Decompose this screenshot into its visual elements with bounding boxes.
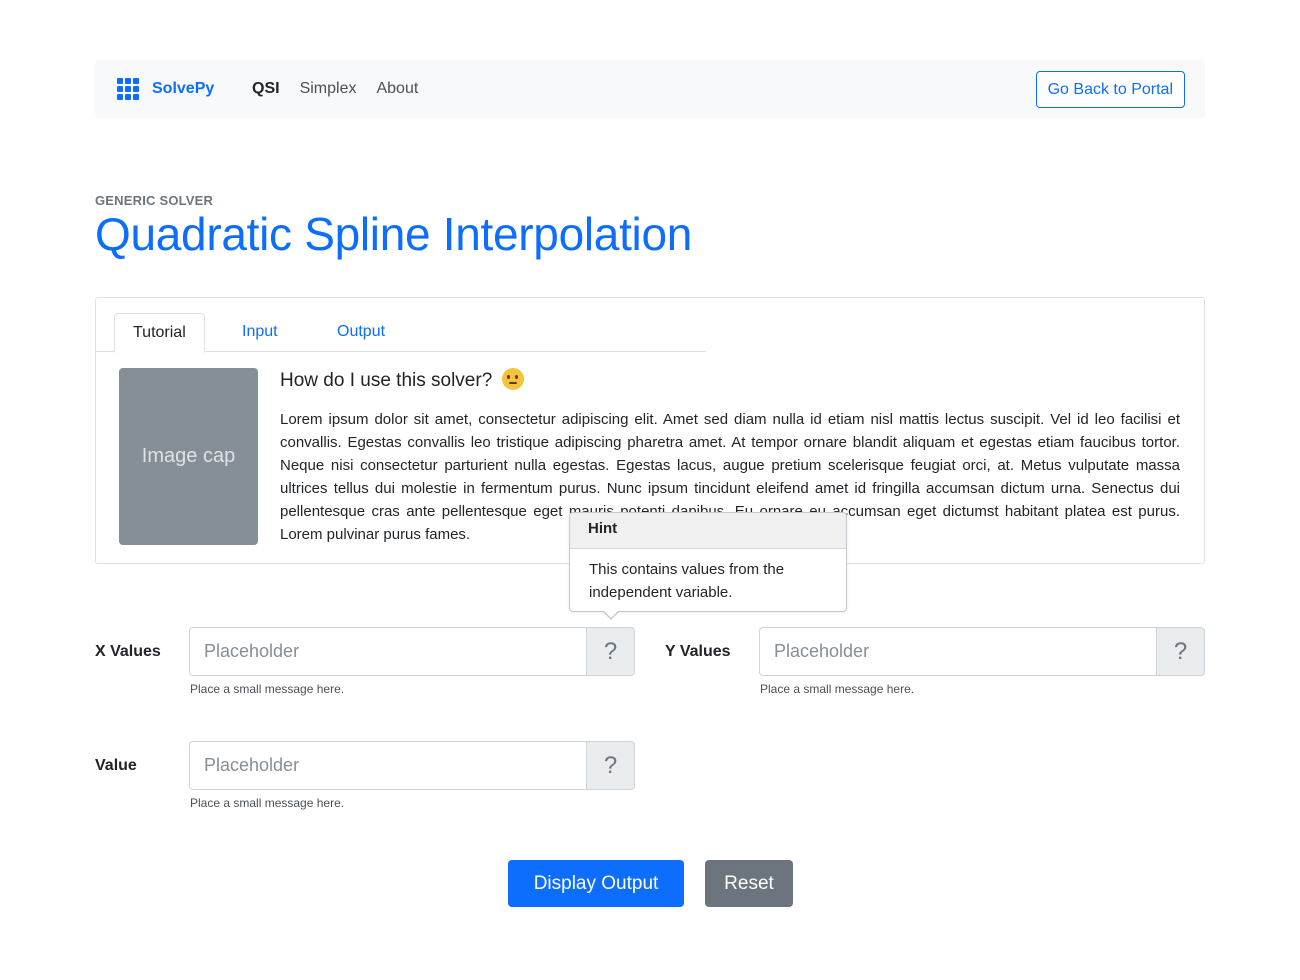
x-values-input[interactable]: [189, 627, 586, 676]
tab-tutorial[interactable]: Tutorial: [114, 313, 205, 353]
y-values-input-group: ?: [759, 627, 1205, 676]
popover-header: Hint: [570, 513, 846, 549]
y-values-help-text: Place a small message here.: [760, 682, 915, 696]
value-label: Value: [95, 757, 137, 774]
y-values-label: Y Values: [665, 643, 731, 660]
nav-link-about[interactable]: About: [376, 80, 418, 98]
thinking-face-icon: [501, 368, 524, 390]
x-values-help-button[interactable]: ?: [586, 627, 635, 676]
value-input[interactable]: [189, 741, 586, 790]
display-output-button[interactable]: Display Output: [508, 860, 684, 907]
value-help-text: Place a small message here.: [190, 796, 345, 810]
hint-popover: Hint This contains values from the indep…: [569, 512, 847, 620]
x-values-label: X Values: [95, 643, 161, 660]
page-eyebrow: GENERIC SOLVER: [95, 193, 214, 208]
nav-links: QSI Simplex About: [252, 80, 438, 98]
tab-output[interactable]: Output: [319, 313, 403, 352]
popover-arrow: [602, 610, 620, 620]
image-cap-placeholder: Image cap: [119, 368, 258, 545]
nav-link-qsi[interactable]: QSI: [252, 80, 280, 98]
tutorial-title-text: How do I use this solver?: [280, 370, 493, 391]
nav-link-simplex[interactable]: Simplex: [300, 80, 357, 98]
tutorial-title: How do I use this solver?: [280, 368, 524, 392]
y-values-help-button[interactable]: ?: [1156, 627, 1205, 676]
go-back-to-portal-button[interactable]: Go Back to Portal: [1035, 71, 1185, 108]
brand-name[interactable]: SolvePy: [152, 80, 214, 98]
grid-logo-icon: [117, 78, 139, 100]
value-input-group: ?: [189, 741, 635, 790]
x-values-input-group: ?: [189, 627, 635, 676]
tab-input[interactable]: Input: [224, 313, 296, 352]
tab-bar: Tutorial Input Output: [96, 313, 706, 353]
value-help-button[interactable]: ?: [586, 741, 635, 790]
brand[interactable]: SolvePy: [117, 78, 214, 100]
x-values-help-text: Place a small message here.: [190, 682, 345, 696]
image-cap-label: Image cap: [141, 445, 236, 467]
page-title: Quadratic Spline Interpolation: [95, 208, 693, 260]
reset-button[interactable]: Reset: [705, 860, 793, 907]
navbar: SolvePy QSI Simplex About Go Back to Por…: [95, 60, 1205, 118]
y-values-input[interactable]: [759, 627, 1156, 676]
popover-body: This contains values from the independen…: [589, 561, 785, 601]
